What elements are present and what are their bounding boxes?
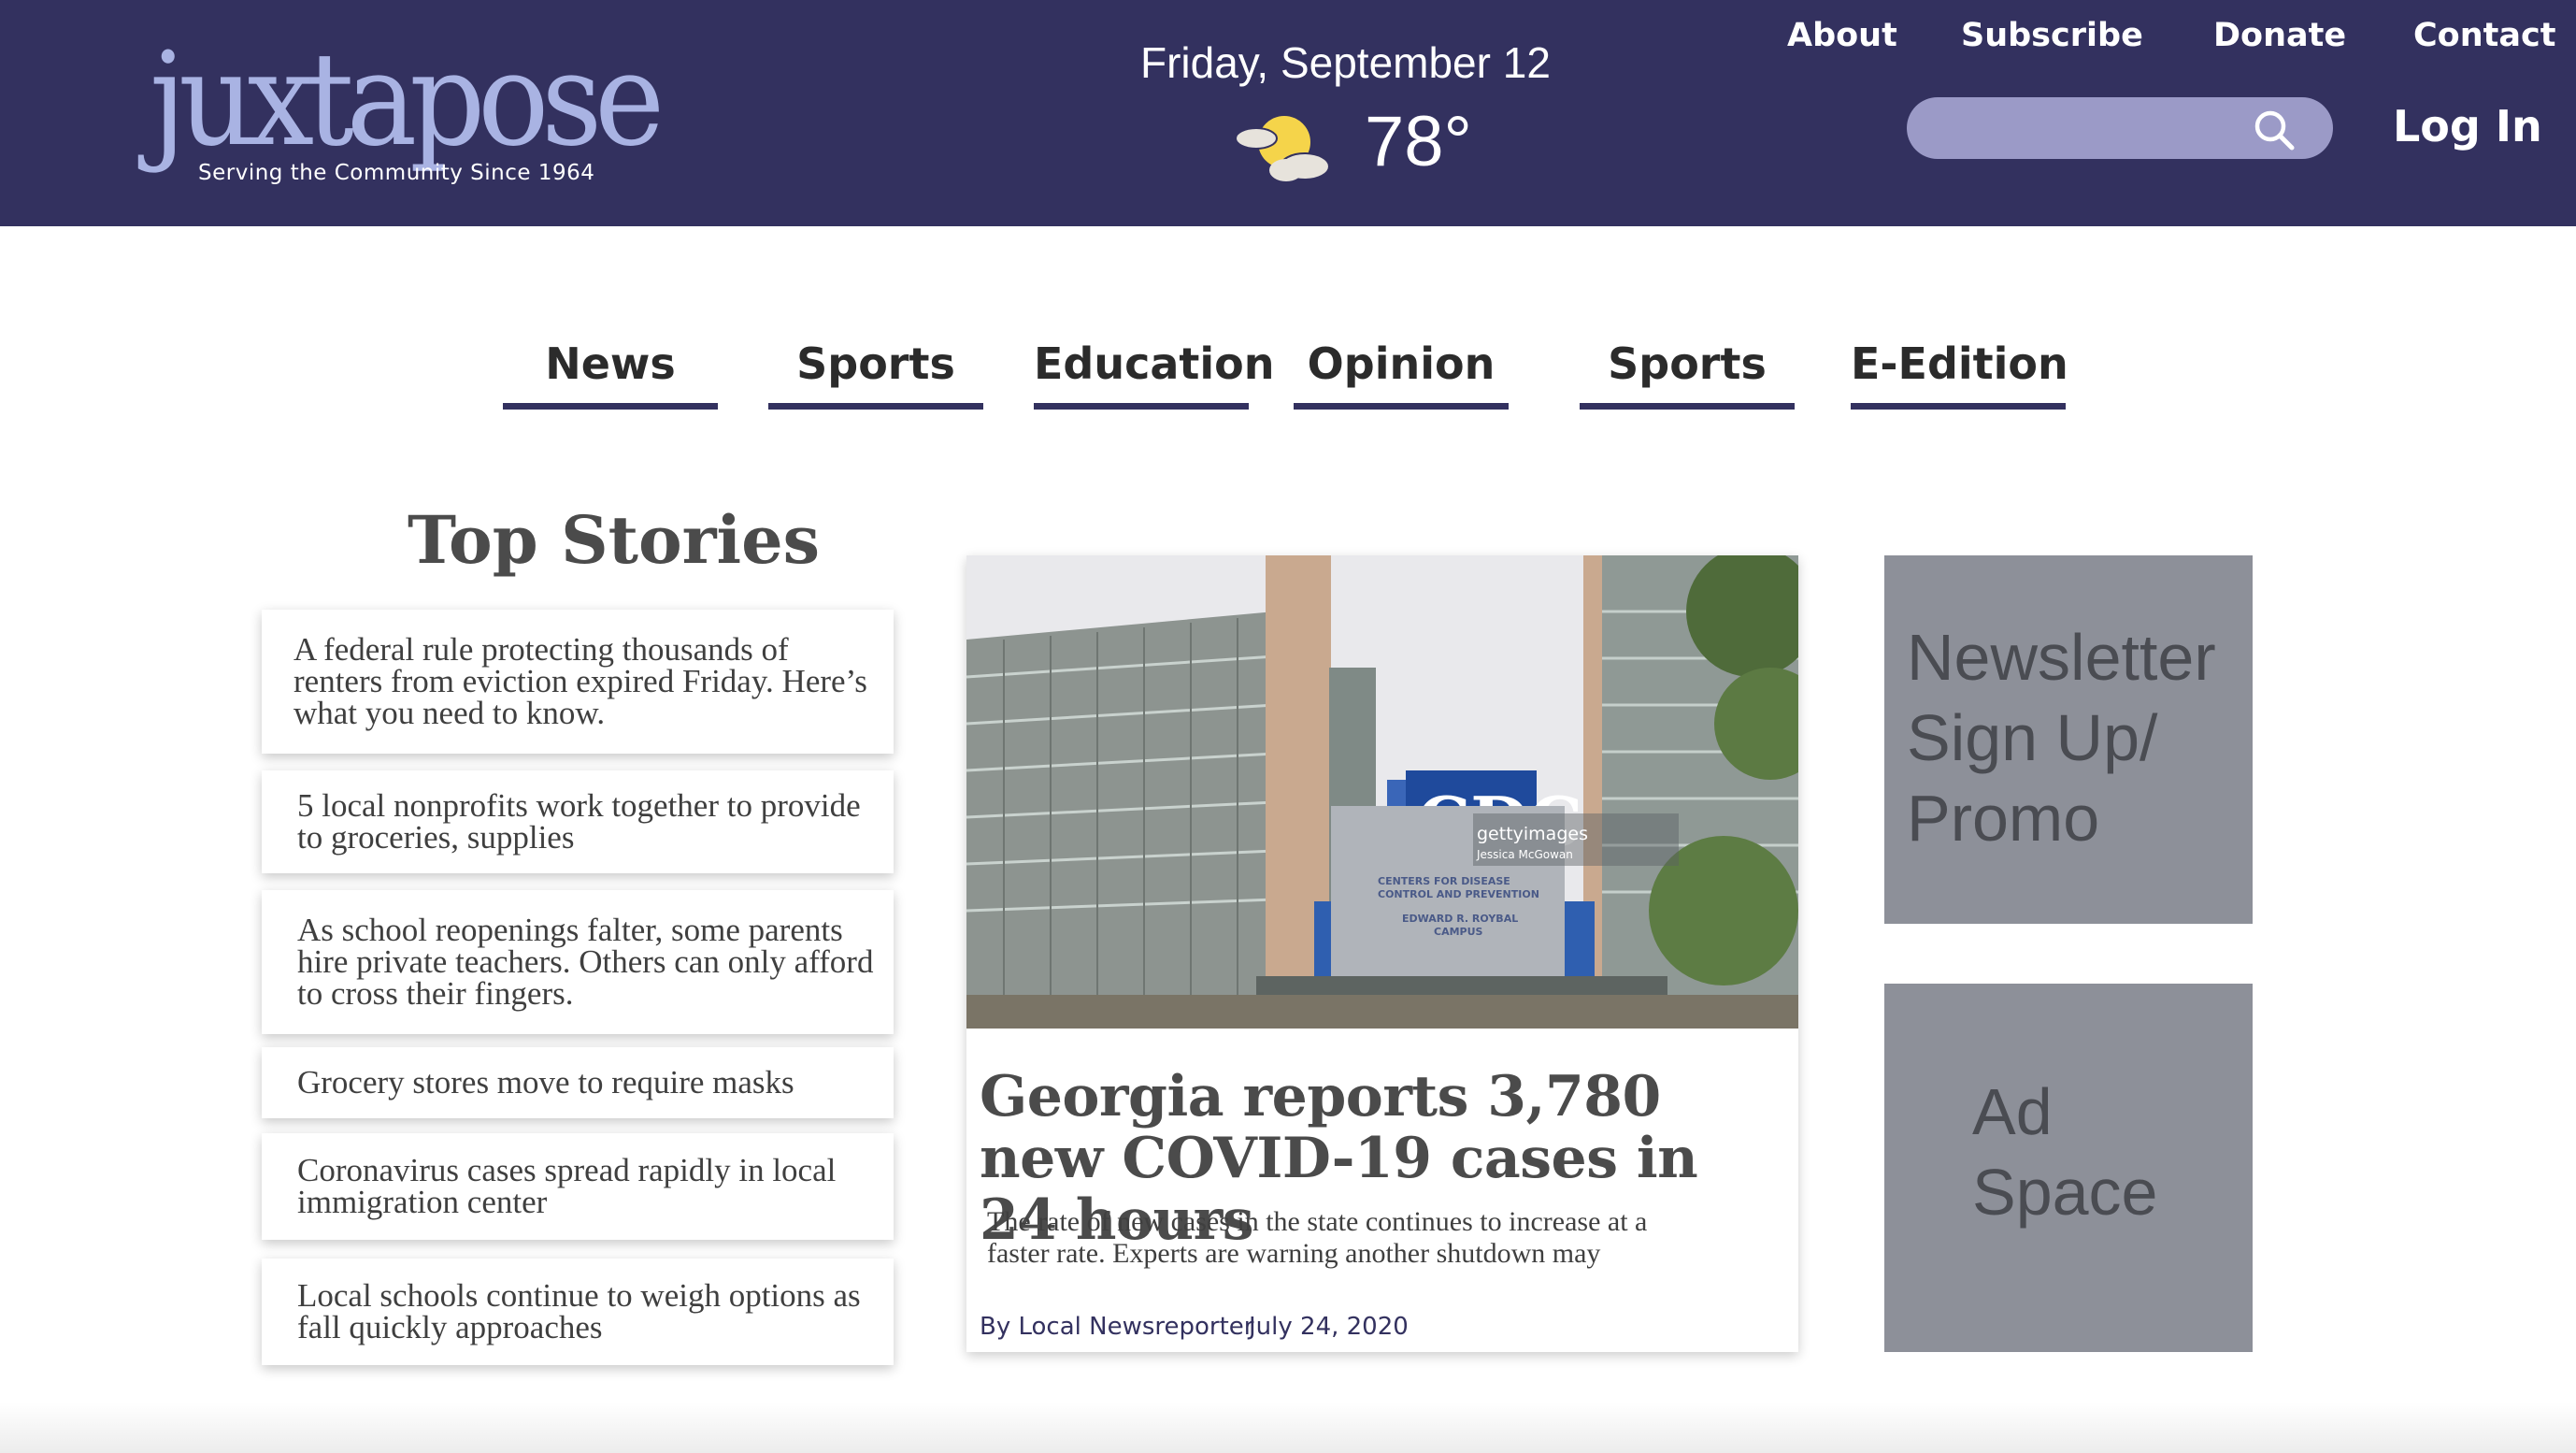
sign-line-1: CENTERS FOR DISEASE — [1378, 875, 1510, 887]
story-card[interactable]: 5 local nonprofits work together to prov… — [262, 770, 894, 873]
contact-link[interactable]: Contact — [2413, 17, 2555, 54]
story-title: 5 local nonprofits work together to prov… — [297, 787, 861, 856]
story-title: As school reopenings falter, some parent… — [297, 912, 874, 1012]
story-title: Local schools continue to weigh options … — [297, 1277, 861, 1345]
story-card[interactable]: Local schools continue to weigh options … — [262, 1259, 894, 1365]
logo-wordmark: juxtapose — [150, 24, 665, 175]
feature-date: July 24, 2020 — [1249, 1313, 1409, 1341]
about-link[interactable]: About — [1787, 17, 1897, 54]
story-card[interactable]: A federal rule protecting thousands of r… — [262, 610, 894, 754]
nav-news[interactable]: News — [503, 338, 718, 410]
story-title: Coronavirus cases spread rapidly in loca… — [297, 1152, 837, 1220]
story-card[interactable]: Grocery stores move to require masks — [262, 1047, 894, 1118]
donate-link[interactable]: Donate — [2213, 17, 2346, 54]
story-card[interactable]: Coronavirus cases spread rapidly in loca… — [262, 1133, 894, 1240]
subscribe-link[interactable]: Subscribe — [1961, 17, 2143, 54]
nav-sports-2[interactable]: Sports — [1580, 338, 1795, 410]
site-header: juxtapose Serving the Community Since 19… — [0, 0, 2576, 226]
nav-opinion[interactable]: Opinion — [1294, 338, 1509, 410]
top-stories-heading: Top Stories — [408, 501, 821, 579]
feature-byline[interactable]: By Local Newsreporter — [980, 1313, 1254, 1341]
story-title: A federal rule protecting thousands of r… — [293, 631, 867, 731]
login-button[interactable]: Log In — [2393, 101, 2542, 151]
sign-line-3: EDWARD R. ROYBAL — [1402, 913, 1518, 925]
page-bottom-edge — [0, 1403, 2576, 1453]
story-title: Grocery stores move to require masks — [297, 1064, 794, 1101]
newsletter-promo-text: Newsletter Sign Up/ Promo — [1907, 621, 2216, 855]
getty-watermark: gettyimages — [1477, 824, 1588, 844]
sign-line-2: CONTROL AND PREVENTION — [1378, 888, 1539, 900]
current-date: Friday, September 12 — [1140, 38, 1551, 87]
temperature-reading: 78° — [1365, 102, 1472, 181]
feature-dek: The rate of new cases in the state conti… — [987, 1206, 1648, 1269]
nav-education[interactable]: Education — [1034, 338, 1275, 410]
site-tagline: Serving the Community Since 1964 — [198, 161, 595, 185]
nav-sports[interactable]: Sports — [768, 338, 983, 410]
partly-cloudy-icon — [1235, 116, 1330, 181]
story-card[interactable]: As school reopenings falter, some parent… — [262, 890, 894, 1034]
ad-space-text: Ad Space — [1972, 1075, 2158, 1229]
sign-line-4: CAMPUS — [1434, 926, 1483, 938]
search-icon[interactable] — [2253, 108, 2296, 151]
nav-e-edition[interactable]: E-Edition — [1851, 338, 2068, 410]
photo-credit: Jessica McGowan — [1476, 848, 1573, 861]
feature-photo[interactable]: CDC CENTERS FOR DISEASE CONTROL AND PREV… — [966, 555, 1798, 1029]
